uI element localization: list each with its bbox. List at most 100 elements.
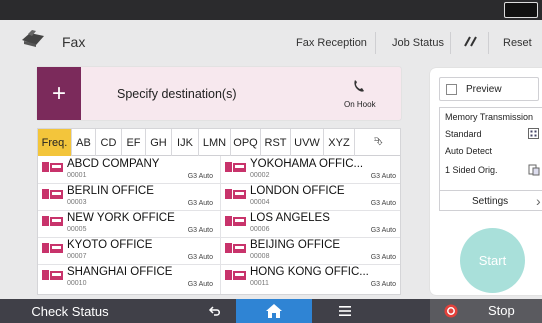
entry-name: HONG KONG OFFIC... [250, 266, 369, 278]
fax-destination-icon [42, 216, 63, 226]
entry-number: 00004 [250, 199, 270, 206]
original-sides-label: 1 Sided Orig. [445, 165, 498, 175]
fax-destination-icon [42, 243, 63, 253]
entry-number: 00008 [250, 253, 270, 260]
fax-reception-button[interactable]: Fax Reception [296, 37, 367, 49]
fax-destination-icon [225, 216, 246, 226]
energy-saver-button[interactable] [504, 2, 538, 18]
tab-ijk[interactable]: IJK [172, 129, 199, 156]
divider [450, 32, 451, 54]
back-icon [208, 306, 220, 316]
back-button[interactable] [200, 299, 230, 323]
entry-number: 00006 [250, 226, 270, 233]
fax-destination-icon [42, 162, 63, 172]
address-entry[interactable]: NEW YORK OFFICE 00005 G3 Auto [38, 211, 219, 238]
app-title: Fax [62, 34, 86, 50]
tab-lmn[interactable]: LMN [199, 129, 231, 156]
specify-destination-bar[interactable]: + Specify destination(s) On Hook [37, 67, 401, 120]
flick-icon[interactable] [463, 35, 479, 47]
fax-destination-icon [225, 243, 246, 253]
phone-icon[interactable] [353, 79, 365, 93]
entry-type: G3 Auto [370, 173, 396, 180]
tab-uvw[interactable]: UVW [291, 129, 324, 156]
stop-button[interactable]: Stop [430, 299, 542, 323]
reset-button[interactable]: Reset [503, 37, 532, 49]
home-button[interactable] [236, 299, 312, 323]
entry-name: SHANGHAI OFFICE [67, 266, 173, 278]
tab-ef[interactable]: EF [122, 129, 146, 156]
home-icon [266, 304, 282, 318]
entry-number: 00001 [67, 172, 87, 179]
start-button[interactable]: Start [460, 228, 525, 293]
address-entry[interactable]: KYOTO OFFICE 00007 G3 Auto [38, 238, 219, 265]
entry-name: BERLIN OFFICE [67, 185, 154, 197]
tab-rst[interactable]: RST [261, 129, 291, 156]
divider [375, 32, 376, 54]
menu-button[interactable] [330, 299, 360, 323]
settings-label: Settings [472, 196, 509, 207]
entry-name: NEW YORK OFFICE [67, 212, 175, 224]
job-settings-panel: Preview Memory Transmission Standard Aut… [430, 68, 542, 295]
tab-xyz[interactable]: XYZ [324, 129, 355, 156]
header: Fax Fax Reception Job Status Reset [0, 20, 542, 64]
entry-type: G3 Auto [187, 281, 213, 288]
stop-label: Stop [488, 303, 515, 318]
entry-number: 00003 [67, 199, 87, 206]
fax-destination-icon [225, 270, 246, 280]
address-book: Freq. AB CD EF GH IJK LMN OPQ RST UVW XY… [37, 128, 401, 295]
settings-summary: Memory Transmission Standard Auto Detect… [439, 107, 542, 211]
fax-destination-icon [42, 270, 63, 280]
resolution-icon [528, 128, 539, 139]
preview-checkbox[interactable] [446, 84, 457, 95]
preview-toggle[interactable]: Preview [439, 77, 539, 101]
entry-type: G3 Auto [370, 227, 396, 234]
entry-number: 00005 [67, 226, 87, 233]
one-sided-icon [528, 164, 540, 176]
tab-freq[interactable]: Freq. [38, 129, 72, 156]
entry-number: 00002 [250, 172, 270, 179]
address-entry[interactable]: BEIJING OFFICE 00008 G3 Auto [221, 238, 400, 265]
tab-cd[interactable]: CD [96, 129, 122, 156]
address-entry[interactable]: BERLIN OFFICE 00003 G3 Auto [38, 184, 219, 211]
address-entry[interactable]: YOKOHAMA OFFIC... 00002 G3 Auto [221, 157, 400, 184]
chevron-right-icon: › [536, 193, 541, 209]
address-entry[interactable]: HONG KONG OFFIC... 00011 G3 Auto [221, 265, 400, 292]
tab-ab[interactable]: AB [72, 129, 96, 156]
entry-type: G3 Auto [370, 254, 396, 261]
tab-gh[interactable]: GH [146, 129, 172, 156]
add-destination-button[interactable]: + [37, 67, 81, 120]
address-entry[interactable]: LONDON OFFICE 00004 G3 Auto [221, 184, 400, 211]
entry-type: G3 Auto [370, 281, 396, 288]
entry-number: 00011 [250, 280, 269, 287]
destination-label: Specify destination(s) [117, 87, 237, 101]
entry-number: 00007 [67, 253, 87, 260]
preview-label: Preview [466, 84, 502, 95]
tab-opq[interactable]: OPQ [231, 129, 261, 156]
address-entry[interactable]: LOS ANGELES 00006 G3 Auto [221, 211, 400, 238]
entry-type: G3 Auto [187, 227, 213, 234]
bottom-bar: Check Status Stop [0, 299, 542, 323]
status-bar [0, 0, 542, 20]
address-tabs: Freq. AB CD EF GH IJK LMN OPQ RST UVW XY… [38, 129, 400, 156]
entry-name: YOKOHAMA OFFIC... [250, 158, 364, 170]
fax-destination-icon [225, 162, 246, 172]
menu-icon [339, 306, 351, 316]
on-hook-label[interactable]: On Hook [344, 100, 376, 109]
resolution-label: Standard [445, 129, 482, 139]
check-status-button[interactable]: Check Status [0, 299, 140, 323]
job-status-button[interactable]: Job Status [392, 37, 444, 49]
divider [488, 32, 489, 54]
address-entry[interactable]: SHANGHAI OFFICE 00010 G3 Auto [38, 265, 219, 292]
entry-name: LOS ANGELES [250, 212, 330, 224]
settings-button[interactable]: Settings › [440, 190, 542, 212]
entry-type: G3 Auto [187, 254, 213, 261]
auto-detect-label: Auto Detect [445, 146, 493, 156]
fax-icon [22, 30, 44, 47]
fax-destination-icon [225, 189, 246, 199]
entry-name: BEIJING OFFICE [250, 239, 341, 251]
fax-destination-icon [42, 189, 63, 199]
tab-search[interactable]: ⮷ [355, 129, 400, 156]
address-entry[interactable]: ABCD COMPANY 00001 G3 Auto [38, 157, 219, 184]
entry-type: G3 Auto [187, 173, 213, 180]
entry-number: 00010 [67, 280, 87, 287]
